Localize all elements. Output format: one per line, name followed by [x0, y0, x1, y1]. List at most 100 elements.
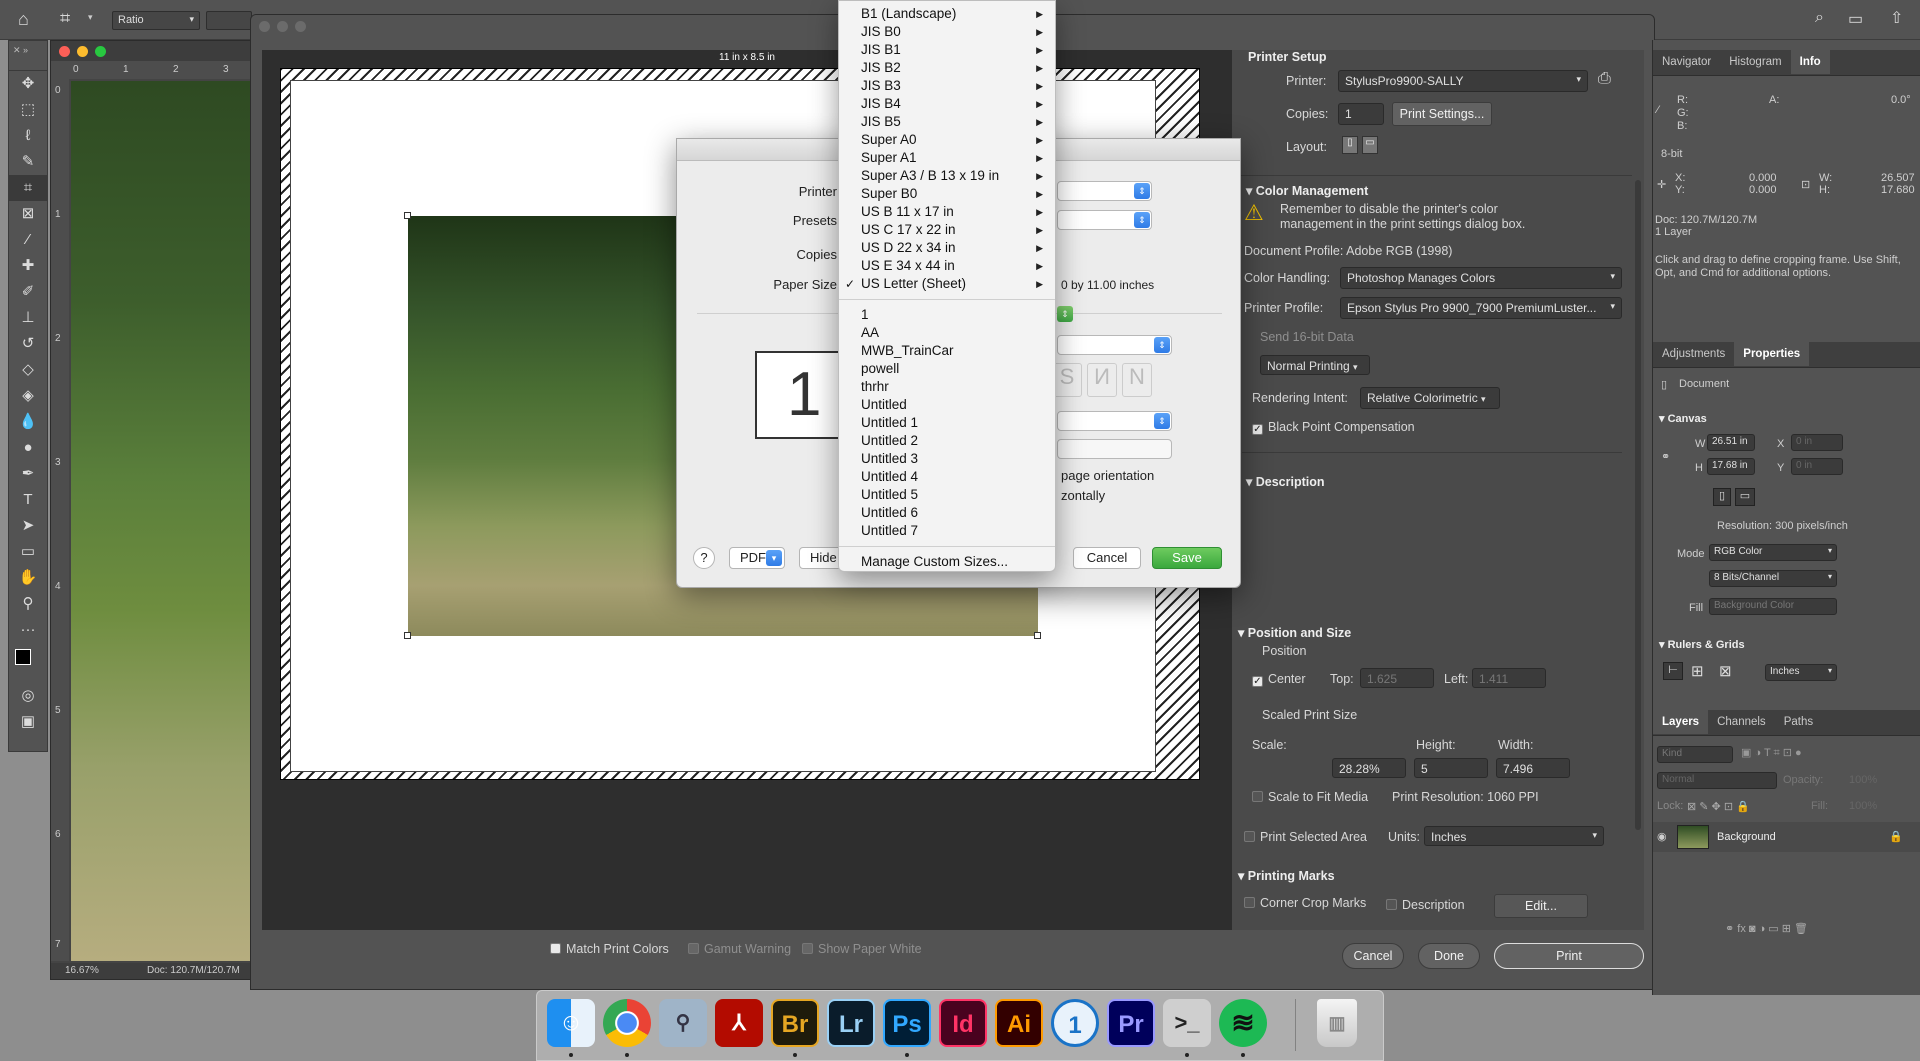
path-select-tool-icon[interactable]: ➤: [9, 513, 47, 539]
done-button[interactable]: Done: [1418, 943, 1480, 969]
corner-crop-marks-checkbox[interactable]: Corner Crop Marks: [1244, 896, 1366, 910]
printing-marks-header[interactable]: ▾ Printing Marks: [1238, 868, 1335, 883]
menu-item[interactable]: JIS B5 ▶: [839, 113, 1055, 131]
sheet-cancel-button[interactable]: Cancel: [1073, 547, 1141, 569]
top-input[interactable]: 1.625: [1360, 668, 1434, 688]
pen-tool-icon[interactable]: ✒: [9, 461, 47, 487]
paper-size-stepper[interactable]: ⇕: [1057, 304, 1077, 324]
1password-icon[interactable]: 1: [1051, 999, 1099, 1047]
canvas-y-input[interactable]: 0 in: [1791, 458, 1843, 475]
layer-row-background[interactable]: ◉ Background 🔒: [1653, 822, 1920, 852]
menu-item[interactable]: B1 (Landscape) ▶: [839, 5, 1055, 23]
custom-size-item[interactable]: Untitled 4: [839, 468, 1055, 486]
preview-icon[interactable]: ⚲: [659, 999, 707, 1047]
close-window-icon[interactable]: [259, 21, 270, 32]
color-handling-select[interactable]: Photoshop Manages Colors ▾: [1340, 267, 1622, 289]
minimize-window-icon[interactable]: [277, 21, 288, 32]
bucket-tool-icon[interactable]: ◈: [9, 383, 47, 409]
menu-item[interactable]: Super A0 ▶: [839, 131, 1055, 149]
print-button[interactable]: Print: [1494, 943, 1644, 969]
rulers-grids-header[interactable]: ▾ Rulers & Grids: [1659, 638, 1745, 651]
minimize-window-icon[interactable]: [77, 46, 88, 57]
presets-popup[interactable]: ⇕: [1057, 210, 1152, 230]
menu-item[interactable]: Super B0 ▶: [839, 185, 1055, 203]
custom-size-item[interactable]: Untitled 2: [839, 432, 1055, 450]
layer-fill-value[interactable]: 100%: [1849, 800, 1877, 812]
normal-printing-select[interactable]: Normal Printing ▾: [1260, 355, 1370, 375]
menu-item[interactable]: US C 17 x 22 in ▶: [839, 221, 1055, 239]
layer-kind-filter[interactable]: Kind: [1657, 746, 1733, 763]
center-checkbox[interactable]: ✓ Center: [1252, 672, 1306, 687]
reverse-n-icon[interactable]: И: [1087, 363, 1117, 397]
workspace-icon[interactable]: ▭: [1848, 9, 1863, 29]
menu-item-selected[interactable]: ✓ US Letter (Sheet) ▶: [839, 275, 1055, 293]
resize-handle[interactable]: [404, 212, 411, 219]
bit-depth-select[interactable]: 8 Bits/Channel ▾: [1709, 570, 1837, 587]
tools-collapse-icon[interactable]: ✕ »: [9, 41, 47, 71]
menu-item[interactable]: JIS B3 ▶: [839, 77, 1055, 95]
dodge-tool-icon[interactable]: ●: [9, 435, 47, 461]
premiere-icon[interactable]: Pr: [1107, 999, 1155, 1047]
indesign-icon[interactable]: Id: [939, 999, 987, 1047]
fill-select[interactable]: Background Color: [1709, 598, 1837, 615]
zoom-tool-icon[interactable]: ⚲: [9, 591, 47, 617]
mode-select[interactable]: RGB Color ▾: [1709, 544, 1837, 561]
tab-info[interactable]: Info: [1790, 50, 1830, 74]
layer-filter-icons[interactable]: ▣ ◑ T ⌗ ⊡ ●: [1741, 746, 1802, 760]
lock-icons[interactable]: ⊠ ✎ ✥ ⊡ 🔒: [1687, 800, 1750, 813]
custom-size-item[interactable]: Untitled 5: [839, 486, 1055, 504]
two-sided-popup[interactable]: [1057, 439, 1172, 459]
layout-popup[interactable]: ⇕: [1057, 335, 1172, 355]
save-button[interactable]: Save: [1152, 547, 1222, 569]
move-tool-icon[interactable]: ✥: [9, 71, 47, 97]
canvas-header[interactable]: ▾ Canvas: [1659, 412, 1707, 425]
landscape-layout-icon[interactable]: ▭: [1362, 136, 1378, 154]
quick-mask-icon[interactable]: ◎: [9, 683, 47, 709]
units-select[interactable]: Inches ▾: [1424, 826, 1604, 846]
tab-adjustments[interactable]: Adjustments: [1653, 342, 1734, 366]
custom-size-item[interactable]: Untitled: [839, 396, 1055, 414]
cancel-button[interactable]: Cancel: [1342, 943, 1404, 969]
more-tools-icon[interactable]: ···: [9, 617, 47, 643]
send-16bit-label[interactable]: Send 16-bit Data: [1260, 330, 1354, 344]
blur-tool-icon[interactable]: 💧: [9, 409, 47, 435]
crop-tool-icon[interactable]: ⌗: [9, 175, 47, 201]
share-icon[interactable]: ⇧: [1890, 8, 1903, 28]
acrobat-icon[interactable]: ⅄: [715, 999, 763, 1047]
custom-size-item[interactable]: Untitled 6: [839, 504, 1055, 522]
color-swatches[interactable]: [9, 643, 47, 683]
custom-size-item[interactable]: Untitled 7: [839, 522, 1055, 540]
tab-navigator[interactable]: Navigator: [1653, 50, 1720, 74]
printer-popup[interactable]: ⇕: [1057, 181, 1152, 201]
tab-paths[interactable]: Paths: [1775, 710, 1822, 734]
ratio-select[interactable]: Ratio ▾: [112, 11, 200, 30]
black-point-checkbox[interactable]: ✓ Black Point Compensation: [1252, 420, 1415, 435]
settings-scrollbar[interactable]: [1635, 180, 1641, 830]
eraser-tool-icon[interactable]: ◇: [9, 357, 47, 383]
screen-mode-icon[interactable]: ▣: [9, 709, 47, 735]
pdf-button[interactable]: PDF ▾: [729, 547, 785, 569]
menu-item[interactable]: Super A1 ▶: [839, 149, 1055, 167]
custom-size-item[interactable]: AA: [839, 324, 1055, 342]
crop-tool-icon[interactable]: ⌗: [60, 8, 70, 29]
width-input[interactable]: 7.496: [1496, 758, 1570, 778]
hand-tool-icon[interactable]: ✋: [9, 565, 47, 591]
match-print-colors-checkbox[interactable]: Match Print Colors: [550, 942, 669, 956]
type-tool-icon[interactable]: T: [9, 487, 47, 513]
chrome-icon[interactable]: [603, 999, 651, 1047]
lightroom-icon[interactable]: Lr: [827, 999, 875, 1047]
visibility-eye-icon[interactable]: ◉: [1657, 830, 1667, 843]
shape-tool-icon[interactable]: ▭: [9, 539, 47, 565]
menu-item[interactable]: US E 34 x 44 in ▶: [839, 257, 1055, 275]
custom-size-item[interactable]: 1: [839, 306, 1055, 324]
border-popup[interactable]: ⇕: [1057, 411, 1172, 431]
history-brush-icon[interactable]: ↺: [9, 331, 47, 357]
position-size-header[interactable]: ▾ Position and Size: [1238, 625, 1351, 640]
copies-input[interactable]: 1: [1338, 103, 1384, 125]
marquee-tool-icon[interactable]: ⬚: [9, 97, 47, 123]
printer-add-icon[interactable]: ⎙: [1598, 70, 1611, 88]
quick-select-tool-icon[interactable]: ✎: [9, 149, 47, 175]
color-management-header[interactable]: ▾ Color Management: [1246, 183, 1368, 198]
custom-size-item[interactable]: Untitled 3: [839, 450, 1055, 468]
frame-tool-icon[interactable]: ⊠: [9, 201, 47, 227]
